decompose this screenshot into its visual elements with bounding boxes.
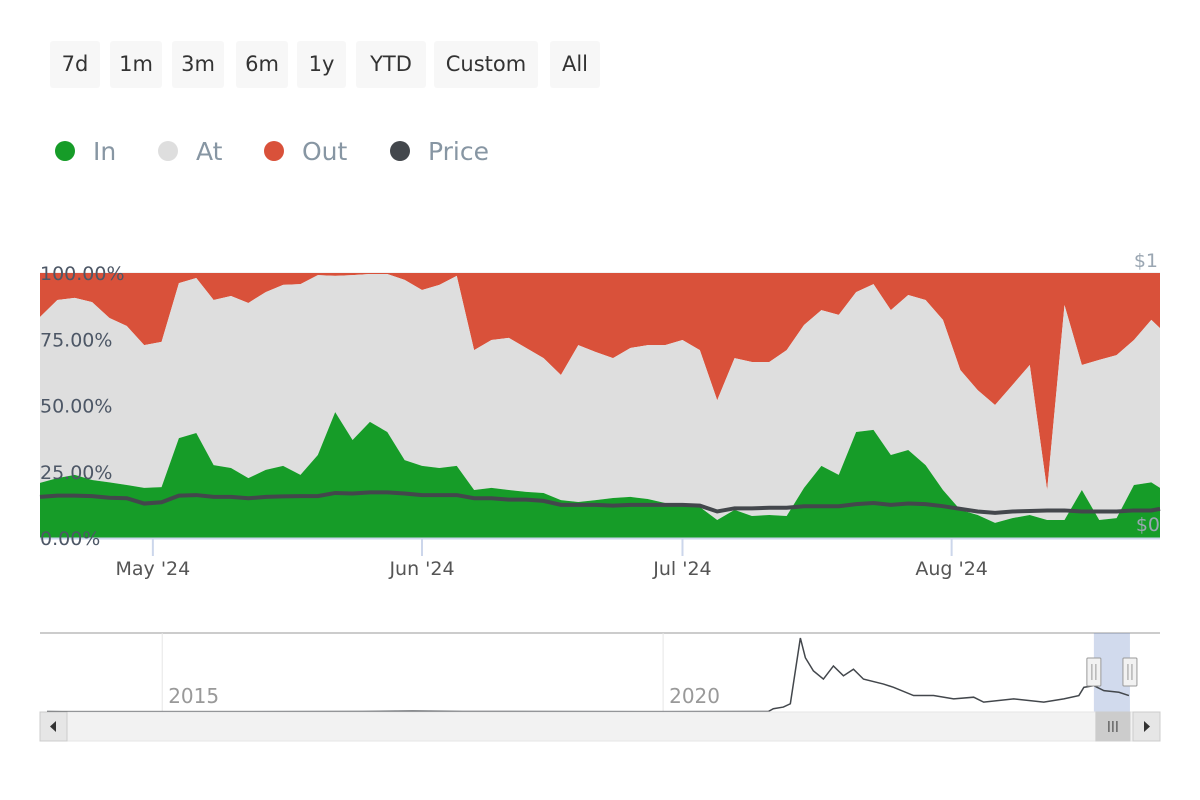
navigator-axis-label: 2015 bbox=[168, 684, 219, 708]
y-axis-label: 50.00% bbox=[40, 396, 112, 418]
y-axis-label: 0.00% bbox=[40, 528, 100, 550]
x-axis-label: May '24 bbox=[116, 558, 191, 580]
y-axis-label: 100.00% bbox=[40, 263, 125, 285]
chart: 0.00% 25.00% 50.00% 75.00% 100.00% $1 $0 May '2… bbox=[39, 250, 1161, 742]
x-axis-label: Jun '24 bbox=[388, 558, 454, 580]
y-right-axis-label: $1 bbox=[1134, 250, 1158, 272]
stacked-areas bbox=[39, 273, 1161, 538]
navigator-handle-right[interactable] bbox=[1122, 657, 1138, 687]
scrollbar-thumb[interactable] bbox=[1095, 711, 1131, 742]
x-axis-label: Aug '24 bbox=[915, 558, 988, 580]
scroll-right-button[interactable] bbox=[1132, 711, 1161, 742]
navigator-handle-left[interactable] bbox=[1086, 657, 1102, 687]
x-axis-label: Jul '24 bbox=[652, 558, 711, 580]
y-right-axis-label: $0 bbox=[1136, 514, 1160, 536]
scrollbar[interactable] bbox=[39, 711, 1161, 742]
y-axis-label: 75.00% bbox=[40, 329, 112, 351]
scroll-left-button[interactable] bbox=[39, 711, 68, 742]
navigator-axis-label: 2020 bbox=[669, 684, 720, 708]
navigator: 2015 2020 bbox=[39, 632, 1161, 742]
y-axis-label: 25.00% bbox=[40, 462, 112, 484]
